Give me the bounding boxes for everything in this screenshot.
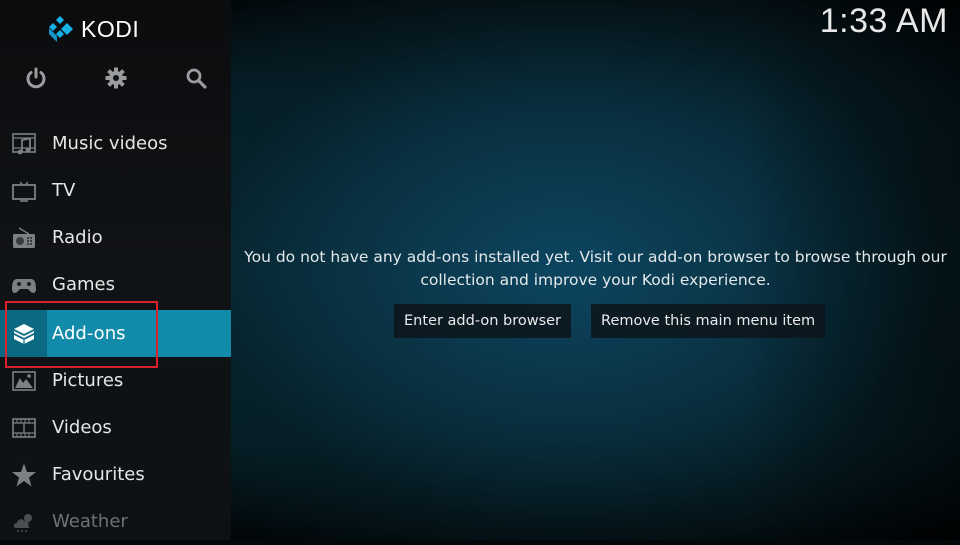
sidebar-item-label: Music videos (52, 133, 168, 154)
sidebar-item-tv[interactable]: TV (0, 167, 231, 214)
picture-icon (11, 370, 36, 391)
sidebar-item-label: Pictures (52, 370, 124, 391)
search-icon (186, 68, 207, 89)
clock: 1:33 AM (819, 2, 948, 40)
star-icon (11, 463, 36, 486)
kodi-logo-text: KODI (81, 15, 140, 42)
sidebar-item-music-videos[interactable]: Music videos (0, 120, 231, 167)
message-line-2: collection and improve your Kodi experie… (420, 271, 771, 289)
kodi-logo-icon (49, 16, 73, 42)
film-icon (11, 417, 36, 438)
gamepad-icon (11, 278, 36, 293)
weather-icon (13, 513, 32, 532)
action-buttons: Enter add-on browser Remove this main me… (394, 304, 826, 338)
message-line-1: You do not have any add-ons installed ye… (244, 248, 947, 266)
settings-button[interactable] (104, 66, 128, 90)
enter-addon-browser-button[interactable]: Enter add-on browser (394, 304, 572, 338)
sidebar: KODI Music videos TV Radio Games Add-ons… (0, 0, 231, 540)
sidebar-item-label: Radio (52, 227, 103, 248)
gear-icon (105, 67, 127, 89)
power-button[interactable] (24, 66, 48, 90)
search-button[interactable] (184, 66, 208, 90)
empty-addons-message: You do not have any add-ons installed ye… (231, 246, 960, 292)
sidebar-item-videos[interactable]: Videos (0, 404, 231, 451)
sidebar-item-label: Add-ons (52, 323, 126, 344)
sidebar-item-radio[interactable]: Radio (0, 214, 231, 261)
kodi-logo: KODI (46, 14, 139, 44)
sidebar-item-pictures[interactable]: Pictures (0, 357, 231, 404)
top-icon-bar (0, 66, 231, 96)
sidebar-item-favourites[interactable]: Favourites (0, 451, 231, 498)
sidebar-item-label: Videos (52, 417, 112, 438)
sidebar-item-label: TV (52, 180, 76, 201)
sidebar-item-label: Weather (52, 511, 128, 532)
sidebar-item-label: Favourites (52, 464, 145, 485)
sidebar-item-label: Games (52, 274, 115, 295)
music-video-icon (11, 132, 36, 154)
addon-box-icon (13, 323, 34, 344)
radio-icon (12, 226, 35, 248)
sidebar-item-weather[interactable]: Weather (0, 498, 231, 545)
tv-icon (11, 181, 36, 202)
sidebar-item-games[interactable]: Games (0, 261, 231, 308)
remove-menu-item-button[interactable]: Remove this main menu item (591, 304, 826, 338)
power-icon (26, 67, 46, 89)
sidebar-item-add-ons[interactable]: Add-ons (0, 310, 231, 357)
